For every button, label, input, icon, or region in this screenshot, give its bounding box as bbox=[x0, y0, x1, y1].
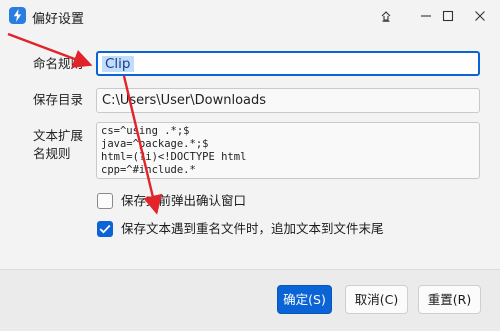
close-icon bbox=[475, 11, 485, 21]
confirm-before-save-checkbox[interactable] bbox=[97, 193, 113, 209]
reset-button[interactable]: 重置(R) bbox=[418, 285, 481, 314]
naming-rule-label: 命名规则 bbox=[33, 56, 84, 71]
title-bar: 偏好设置 bbox=[0, 0, 500, 32]
append-on-duplicate-checkbox[interactable] bbox=[97, 221, 113, 237]
text-extension-rule-textarea[interactable]: cs=^using .*;$ java=^package.*;$ html=(?… bbox=[96, 122, 480, 179]
window-title: 偏好设置 bbox=[32, 12, 85, 27]
checkmark-icon bbox=[99, 224, 111, 234]
close-button[interactable] bbox=[460, 0, 500, 32]
pin-button[interactable] bbox=[366, 0, 406, 32]
extension-rule-line: html=(?i)<!DOCTYPE html bbox=[101, 151, 247, 163]
app-lightning-icon bbox=[9, 7, 26, 24]
cancel-button[interactable]: 取消(C) bbox=[345, 285, 408, 314]
maximize-icon bbox=[442, 10, 454, 22]
ok-button[interactable]: 确定(S) bbox=[277, 285, 332, 314]
pin-icon bbox=[381, 11, 391, 22]
save-directory-input[interactable]: C:\Users\User\Downloads bbox=[96, 88, 480, 113]
text-extension-rule-label: 文本扩展名规则 bbox=[33, 128, 84, 161]
naming-rule-input[interactable]: Clip bbox=[96, 51, 480, 76]
save-directory-label: 保存目录 bbox=[33, 92, 84, 107]
save-directory-value: C:\Users\User\Downloads bbox=[102, 93, 267, 108]
extension-rule-line: cs=^using .*;$ bbox=[101, 125, 190, 137]
confirm-before-save-label[interactable]: 保存文前弹出确认窗口 bbox=[121, 193, 246, 209]
append-on-duplicate-label[interactable]: 保存文本遇到重名文件时，追加文本到文件末尾 bbox=[121, 221, 384, 237]
extension-rule-line: java=^package.*;$ bbox=[101, 138, 209, 150]
naming-rule-value: Clip bbox=[102, 56, 134, 72]
extension-rule-line: cpp=^#include.* bbox=[101, 164, 196, 176]
preferences-window: 偏好设置 命名规则 Clip 保存目录 C:\Users\User\Downlo… bbox=[0, 0, 500, 331]
